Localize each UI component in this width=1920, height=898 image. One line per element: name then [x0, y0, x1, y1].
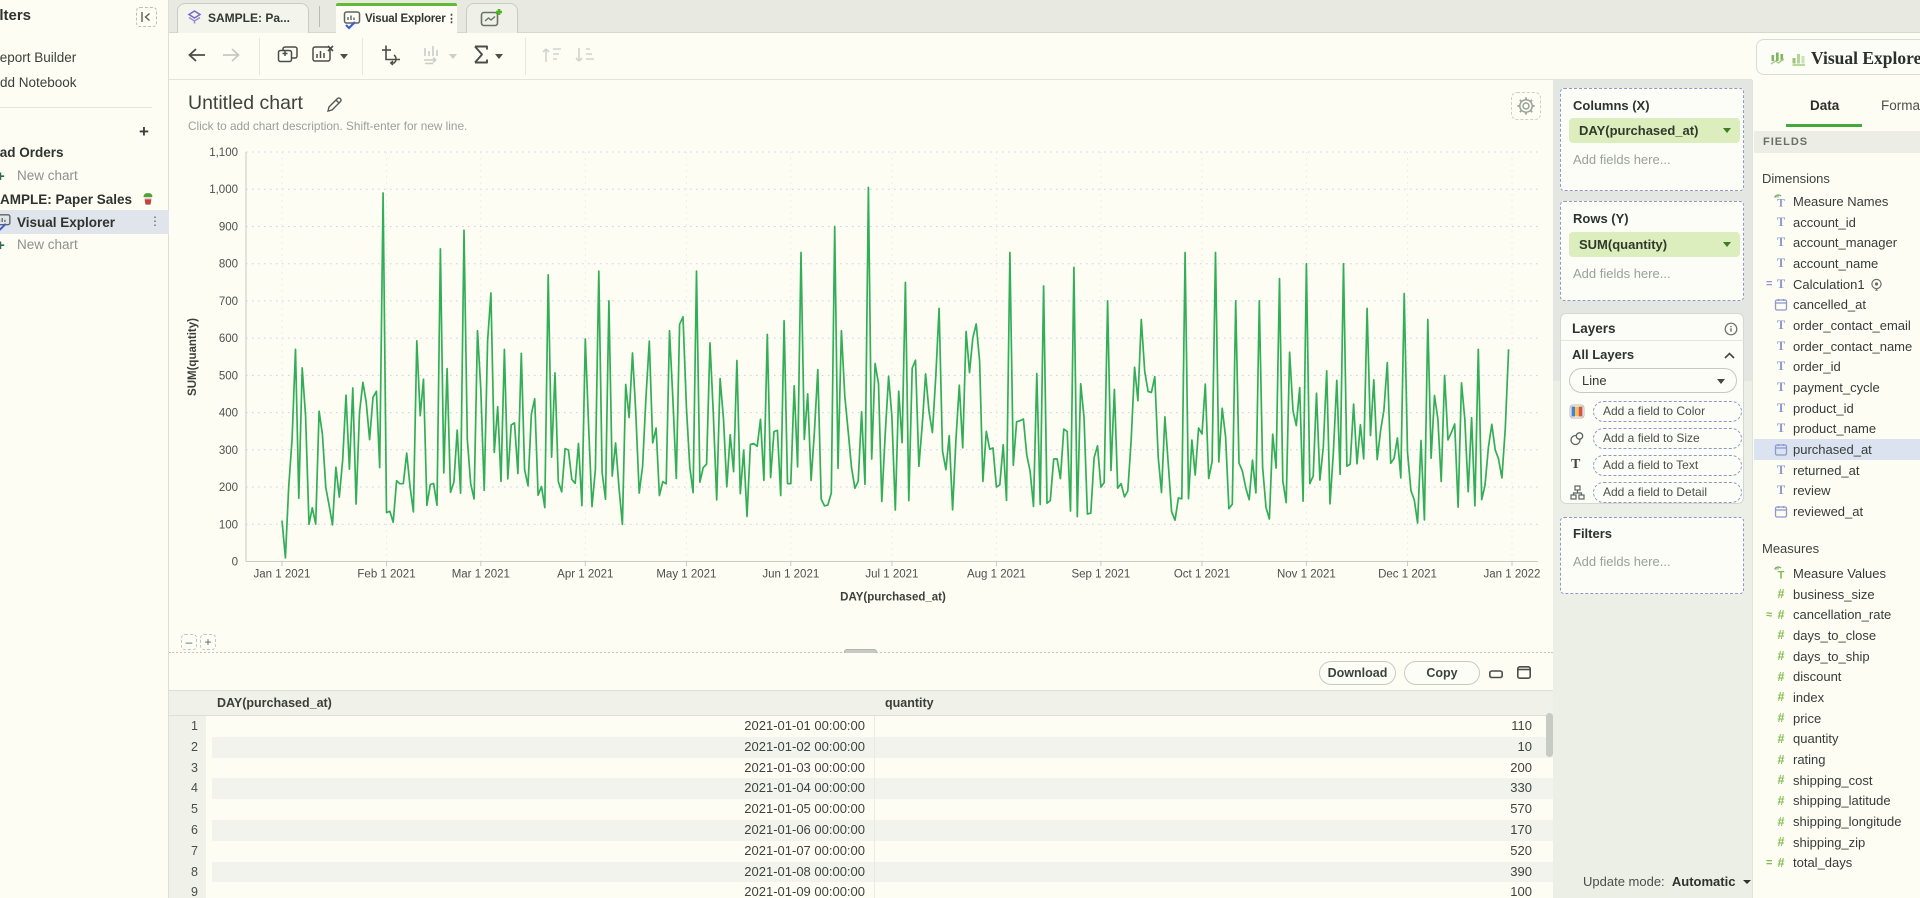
svg-text:Sep 1 2021: Sep 1 2021	[1071, 569, 1130, 581]
svg-text:600: 600	[219, 333, 238, 345]
svg-text:900: 900	[219, 222, 238, 234]
svg-text:Jan 1 2022: Jan 1 2022	[1484, 569, 1541, 581]
svg-text:100: 100	[219, 519, 238, 531]
svg-text:May 1 2021: May 1 2021	[656, 569, 716, 581]
svg-text:T: T	[1777, 198, 1785, 209]
svg-text:1,000: 1,000	[209, 184, 238, 196]
svg-text:500: 500	[219, 370, 238, 382]
svg-text:400: 400	[219, 408, 238, 420]
svg-text:Apr 1 2021: Apr 1 2021	[557, 569, 613, 581]
svg-text:Jun 1 2021: Jun 1 2021	[762, 569, 819, 581]
svg-text:SUM(quantity): SUM(quantity)	[187, 318, 199, 396]
svg-text:800: 800	[219, 259, 238, 271]
svg-text:300: 300	[219, 445, 238, 457]
svg-text:Oct 1 2021: Oct 1 2021	[1174, 569, 1230, 581]
svg-text:700: 700	[219, 296, 238, 308]
svg-text:Dec 1 2021: Dec 1 2021	[1378, 569, 1437, 581]
svg-text:1,100: 1,100	[209, 147, 238, 159]
svg-text:0: 0	[232, 557, 238, 569]
svg-text:Jan 1 2021: Jan 1 2021	[254, 569, 311, 581]
svg-text:Jul 1 2021: Jul 1 2021	[865, 569, 918, 581]
svg-text:200: 200	[219, 482, 238, 494]
svg-text:T: T	[1778, 570, 1785, 581]
svg-text:Feb 1 2021: Feb 1 2021	[357, 569, 415, 581]
svg-text:Mar 1 2021: Mar 1 2021	[452, 569, 510, 581]
svg-text:Aug 1 2021: Aug 1 2021	[967, 569, 1026, 581]
svg-text:Nov 1 2021: Nov 1 2021	[1277, 569, 1336, 581]
svg-text:DAY(purchased_at): DAY(purchased_at)	[840, 592, 946, 604]
